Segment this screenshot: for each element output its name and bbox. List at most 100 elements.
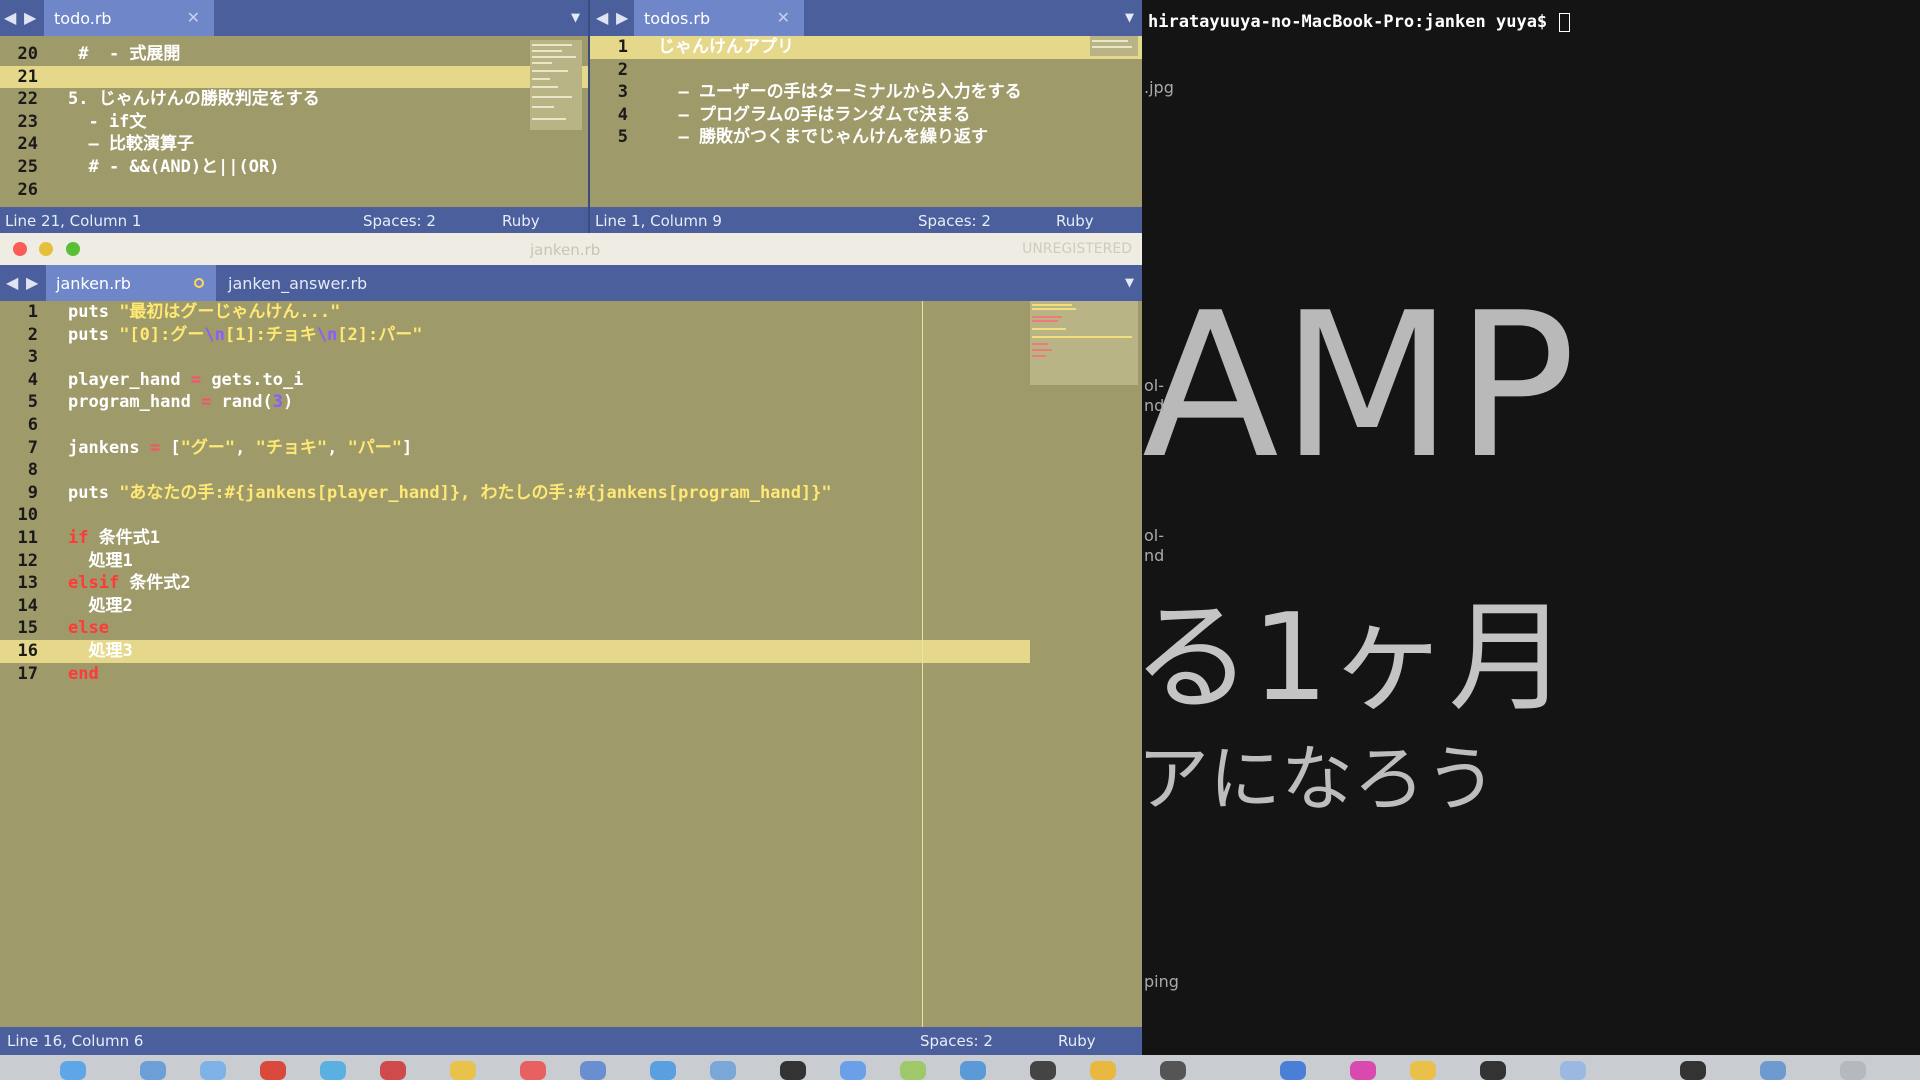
code-area[interactable]: 1 puts "最初はグーじゃんけん..." 2 puts "[0]:グー\n[1]:… bbox=[0, 301, 1142, 685]
code-line[interactable]: 6 bbox=[0, 414, 1142, 437]
code-line[interactable]: 11 if 条件式1 bbox=[0, 527, 1142, 550]
dock-trash-icon[interactable] bbox=[1840, 1061, 1866, 1080]
nav-back-icon[interactable]: ◀ bbox=[4, 8, 16, 27]
close-icon[interactable]: ✕ bbox=[187, 8, 200, 27]
status-spaces[interactable]: Spaces: 2 bbox=[918, 212, 991, 230]
code-line[interactable]: 16 処理3 bbox=[0, 639, 1030, 663]
editor-pane-todos[interactable]: ◀ ▶ todos.rb ✕ ▼ 1 じゃんけんアプリ 2 3 — ユーザーの手はター… bbox=[588, 0, 1142, 233]
bg-text-line2: る1ヶ月 bbox=[1142, 589, 1569, 728]
code-line[interactable]: 1 puts "最初はグーじゃんけん..." bbox=[0, 301, 1142, 324]
code-line[interactable]: 22 5. じゃんけんの勝敗判定をする bbox=[0, 88, 588, 111]
code-line[interactable]: 2 bbox=[590, 59, 1142, 82]
dock-app-icon[interactable] bbox=[1560, 1061, 1586, 1080]
line-number: 1 bbox=[27, 302, 38, 322]
code-line[interactable]: 26 bbox=[0, 179, 588, 202]
dock-app-icon[interactable] bbox=[380, 1061, 406, 1080]
dock-app-icon[interactable] bbox=[710, 1061, 736, 1080]
dock-app-icon[interactable] bbox=[1410, 1061, 1436, 1080]
nav-back-icon[interactable]: ◀ bbox=[596, 8, 608, 27]
tab-janken-answer[interactable]: janken_answer.rb bbox=[218, 265, 398, 301]
dock-app-icon[interactable] bbox=[1680, 1061, 1706, 1080]
nav-forward-icon[interactable]: ▶ bbox=[24, 8, 36, 27]
dock-app-icon[interactable] bbox=[840, 1061, 866, 1080]
chevron-down-icon[interactable]: ▼ bbox=[1125, 273, 1134, 291]
dock-app-icon[interactable] bbox=[1160, 1061, 1186, 1080]
dock-app-icon[interactable] bbox=[650, 1061, 676, 1080]
minimap[interactable] bbox=[1030, 301, 1138, 385]
terminal-cursor bbox=[1559, 12, 1571, 32]
nav-forward-icon[interactable]: ▶ bbox=[26, 273, 38, 292]
minimap[interactable] bbox=[530, 40, 582, 130]
code-line[interactable]: 10 bbox=[0, 504, 1142, 527]
dock-app-icon[interactable] bbox=[260, 1061, 286, 1080]
dock-app-icon[interactable] bbox=[1280, 1061, 1306, 1080]
code-line[interactable]: 25 # - &&(AND)と||(OR) bbox=[0, 156, 588, 179]
nav-back-icon[interactable]: ◀ bbox=[6, 273, 18, 292]
code-line[interactable]: 5 program_hand = rand(3) bbox=[0, 391, 1142, 414]
code-line[interactable]: 12 処理1 bbox=[0, 550, 1142, 573]
code-line[interactable]: 2 puts "[0]:グー\n[1]:チョキ\n[2]:パー" bbox=[0, 324, 1142, 347]
tab-todos[interactable]: todos.rb ✕ bbox=[634, 0, 804, 36]
dock-app-icon[interactable] bbox=[780, 1061, 806, 1080]
code-line[interactable]: 13 elsif 条件式2 bbox=[0, 572, 1142, 595]
dock-app-icon[interactable] bbox=[580, 1061, 606, 1080]
window-titlebar[interactable]: janken.rb UNREGISTERED bbox=[0, 233, 1142, 265]
nav-forward-icon[interactable]: ▶ bbox=[616, 8, 628, 27]
status-spaces[interactable]: Spaces: 2 bbox=[363, 212, 436, 230]
code-line[interactable]: 3 — ユーザーの手はターミナルから入力をする bbox=[590, 81, 1142, 104]
close-window-button[interactable] bbox=[13, 242, 27, 256]
status-spaces[interactable]: Spaces: 2 bbox=[920, 1032, 993, 1050]
code-token: puts bbox=[68, 324, 120, 345]
dock-app-icon[interactable] bbox=[1090, 1061, 1116, 1080]
line-number: 14 bbox=[17, 595, 38, 616]
code-line[interactable]: 7 jankens = ["グー", "チョキ", "パー"] bbox=[0, 437, 1142, 460]
dock-app-icon[interactable] bbox=[60, 1061, 86, 1080]
dock-app-icon[interactable] bbox=[1480, 1061, 1506, 1080]
code-line[interactable]: 1 じゃんけんアプリ bbox=[590, 36, 1142, 59]
dock-app-icon[interactable] bbox=[140, 1061, 166, 1080]
minimap[interactable] bbox=[1090, 36, 1138, 56]
status-syntax[interactable]: Ruby bbox=[1056, 212, 1094, 230]
code-line[interactable]: 4 player_hand = gets.to_i bbox=[0, 369, 1142, 392]
code-line[interactable]: 21 bbox=[0, 65, 588, 89]
code-line[interactable]: 14 処理2 bbox=[0, 595, 1142, 618]
terminal-fragment: nd bbox=[1144, 396, 1165, 415]
zoom-window-button[interactable] bbox=[66, 242, 80, 256]
tab-todo[interactable]: todo.rb ✕ bbox=[44, 0, 214, 36]
code-line[interactable]: 23 - if文 bbox=[0, 111, 588, 134]
status-syntax[interactable]: Ruby bbox=[1058, 1032, 1096, 1050]
dock-app-icon[interactable] bbox=[1350, 1061, 1376, 1080]
code-line[interactable]: 3 bbox=[0, 346, 1142, 369]
tab-janken[interactable]: janken.rb bbox=[46, 265, 216, 301]
dock-app-icon[interactable] bbox=[1030, 1061, 1056, 1080]
code-text: — 勝敗がつくまでじゃんけんを繰り返す bbox=[658, 127, 988, 148]
code-line[interactable]: 8 bbox=[0, 459, 1142, 482]
minimize-window-button[interactable] bbox=[39, 242, 53, 256]
code-line[interactable]: 20 # - 式展開 bbox=[0, 43, 588, 66]
status-syntax[interactable]: Ruby bbox=[502, 212, 540, 230]
unsaved-dot-icon[interactable] bbox=[194, 278, 204, 288]
chevron-down-icon[interactable]: ▼ bbox=[1125, 8, 1134, 26]
dock-app-icon[interactable] bbox=[450, 1061, 476, 1080]
dock-app-icon[interactable] bbox=[200, 1061, 226, 1080]
dock-app-icon[interactable] bbox=[520, 1061, 546, 1080]
code-area[interactable]: 1 じゃんけんアプリ 2 3 — ユーザーの手はターミナルから入力をする 4 — プログ… bbox=[590, 36, 1142, 149]
code-line[interactable]: 4 — プログラムの手はランダムで決まる bbox=[590, 104, 1142, 127]
code-line[interactable]: 5 — 勝敗がつくまでじゃんけんを繰り返す bbox=[590, 126, 1142, 149]
dock-app-icon[interactable] bbox=[320, 1061, 346, 1080]
code-line[interactable]: 17 end bbox=[0, 663, 1142, 686]
dock-app-icon[interactable] bbox=[1760, 1061, 1786, 1080]
editor-pane-janken[interactable]: ◀ ▶ janken.rb janken_answer.rb ▼ 1 puts "… bbox=[0, 265, 1142, 1055]
editor-pane-todo[interactable]: ◀ ▶ todo.rb ✕ ▼ 20 # - 式展開 21 22 5. じゃんけんの勝… bbox=[0, 0, 588, 233]
line-number: 6 bbox=[27, 414, 38, 435]
close-icon[interactable]: ✕ bbox=[777, 8, 790, 27]
code-area[interactable]: 20 # - 式展開 21 22 5. じゃんけんの勝敗判定をする 23 - if文 24… bbox=[0, 43, 588, 201]
chevron-down-icon[interactable]: ▼ bbox=[571, 8, 580, 26]
dock-app-icon[interactable] bbox=[960, 1061, 986, 1080]
code-text: program_hand = rand(3) bbox=[68, 391, 293, 414]
dock-app-icon[interactable] bbox=[900, 1061, 926, 1080]
code-line[interactable]: 15 else bbox=[0, 617, 1142, 640]
code-line[interactable]: 24 — 比較演算子 bbox=[0, 133, 588, 156]
code-line[interactable]: 9 puts "あなたの手:#{jankens[player_hand]}, わた… bbox=[0, 482, 1142, 505]
terminal-window[interactable]: hiratayuuya-no-MacBook-Pro:janken yuya$ … bbox=[1142, 0, 1920, 1055]
